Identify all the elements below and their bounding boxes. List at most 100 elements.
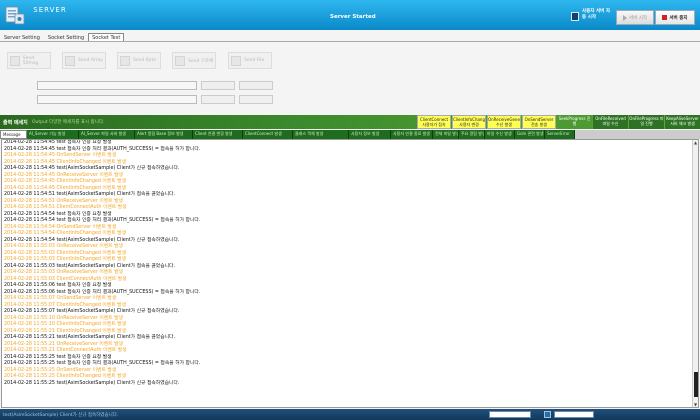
send-icon: [120, 55, 130, 66]
log-line: 2014-02-28 11:55:25 test(AsimSocketSampl…: [2, 381, 698, 388]
filter-tab[interactable]: AI_Server 기능 발생: [27, 130, 79, 139]
filter-tab[interactable]: GoIn 관련 발생: [515, 130, 545, 139]
form-button-1a[interactable]: [201, 81, 235, 90]
send-icon: [231, 55, 241, 66]
event-button-file-received[interactable]: OnFileReceived 파일 수신: [593, 115, 628, 129]
log-text: ClientConnectAuth 이벤트 발생: [56, 205, 127, 210]
log-timestamp: 2014-02-28 11:55:25: [4, 367, 55, 373]
log-text: ClientInfoChanged 이벤트 발생: [56, 159, 126, 165]
event-button-client-connect[interactable]: ClientConnect 사용자가 접속: [417, 115, 451, 129]
service-auto-start-label[interactable]: 사용자 서버 자동 시작: [582, 9, 614, 21]
filter-tab[interactable]: 사용자 정보 발생: [349, 130, 391, 139]
start-server-button[interactable]: 서버 시작: [616, 10, 654, 25]
log-timestamp: 2014-02-28 11:54:54: [4, 218, 55, 223]
event-button-on-send[interactable]: OnSendServer 전송 발생: [522, 115, 556, 129]
log-timestamp: 2014-02-28 11:54:51: [4, 198, 55, 204]
filter-tab[interactable]: ClientConnect 발생: [243, 130, 293, 139]
filter-tab[interactable]: 사용자 연결 종료 발생: [391, 130, 433, 139]
log-text: ClientInfoChanged 이벤트 발생: [56, 179, 126, 184]
log-timestamp: 2014-02-28 11:55:03: [4, 270, 55, 275]
log-text: OnSendServer 이벤트 발생: [56, 153, 117, 158]
status-icon: [544, 411, 551, 418]
scroll-thumb[interactable]: [694, 372, 698, 397]
stop-server-button[interactable]: 서버 중지: [655, 10, 695, 25]
log-scrollbar[interactable]: ▲ ▼: [692, 140, 698, 407]
send-byte-button[interactable]: Send Byte: [117, 52, 161, 69]
log-text: test(AsimSocketSample) Client가 신규 접속하였습니…: [56, 237, 180, 243]
form-input-2[interactable]: [37, 95, 197, 104]
log-timestamp: 2014-02-28 11:54:51: [4, 192, 55, 197]
filter-tab[interactable]: ServerError: [545, 130, 575, 139]
send-struct-button[interactable]: Send 구조체: [172, 52, 216, 69]
play-icon: [623, 14, 627, 21]
log-text: test 접속자 인증 처리 결과(AUTH_SUCCESS) = 접속을 허가…: [56, 361, 201, 366]
send-array-button[interactable]: Send Array: [62, 52, 106, 69]
log-text: ClientInfoChanged 이벤트 발생: [56, 374, 126, 379]
filter-tab-message[interactable]: Message: [0, 130, 27, 139]
log-timestamp: 2014-02-28 11:54:54: [4, 211, 55, 217]
scroll-up-icon[interactable]: ▲: [693, 140, 698, 145]
log-panel[interactable]: 2014-02-28 11:54:45 test 접속자 인증 요청 발생 201…: [1, 139, 699, 408]
form-input-1[interactable]: [37, 81, 197, 90]
log-text: ClientConnectAuth 이벤트 발생: [56, 276, 127, 282]
send-50msg-button[interactable]: Send 50msg: [7, 52, 51, 69]
log-text: ClientInfoChanged 이벤트 발생: [56, 322, 126, 327]
log-timestamp: 2014-02-28 11:54:45: [4, 140, 55, 145]
log-timestamp: 2014-02-28 11:55:07: [4, 296, 55, 301]
filter-tab[interactable]: 클래스 객체 발생: [293, 130, 349, 139]
log-text: OnReceiveServer 이벤트 발생: [56, 341, 123, 347]
log-timestamp: 2014-02-28 11:55:10: [4, 322, 55, 327]
log-timestamp: 2014-02-28 11:55:25: [4, 374, 55, 379]
log-timestamp: 2014-02-28 11:55:21: [4, 348, 55, 353]
log-text: test 접속자 인증 처리 결과(AUTH_SUCCESS) = 접속을 허가…: [56, 146, 201, 152]
output-title: 출력 메세지: [3, 120, 28, 126]
log-text: test(AsimSocketSample) Client가 신규 접속하였습니…: [56, 380, 180, 386]
event-button-client-info-changed[interactable]: ClientInfoChanged 사용자 변경: [452, 115, 486, 129]
send-50msg-label: Send 50msg: [22, 55, 39, 66]
event-button-on-receive[interactable]: OnReceiveGeneral 수신 발생: [487, 115, 521, 129]
log-timestamp: 2014-02-28 11:55:03: [4, 250, 55, 256]
log-timestamp: 2014-02-28 11:55:06: [4, 289, 55, 295]
form-button-2b[interactable]: [239, 95, 273, 104]
filter-tab[interactable]: 주요 알림 발생: [459, 130, 485, 139]
log-timestamp: 2014-02-28 11:55:03: [4, 257, 55, 262]
log-text: OnSendServer 이벤트 발생: [56, 296, 117, 301]
form-button-2a[interactable]: [201, 95, 235, 104]
log-text: test 접속자 인증 요청 발생: [56, 354, 112, 360]
status-bar: test(AsimSocketSample) Client가 신규 접속하였습니…: [0, 409, 700, 420]
scroll-down-icon[interactable]: ▼: [693, 402, 698, 407]
log-timestamp: 2014-02-28 11:55:06: [4, 283, 55, 288]
log-timestamp: 2014-02-28 11:55:07: [4, 302, 55, 308]
filter-tab[interactable]: Client 연결 변경 발생: [193, 130, 243, 139]
log-text: OnReceiveServer 이벤트 발생: [56, 244, 123, 249]
log-timestamp: 2014-02-28 11:55:25: [4, 361, 55, 366]
log-timestamp: 2014-02-28 11:55:03: [4, 276, 55, 282]
log-text: OnSendServer 이벤트 발생: [56, 367, 117, 373]
event-button-keep-alive[interactable]: KeepAliveServer 서버 체크 발생: [665, 115, 700, 129]
log-timestamp: 2014-02-28 11:54:45: [4, 159, 55, 165]
log-timestamp: 2014-02-28 11:54:45: [4, 172, 55, 178]
filter-tab[interactable]: AI_Server 파일 서버 발생: [79, 130, 135, 139]
log-timestamp: 2014-02-28 11:54:54: [4, 224, 55, 230]
log-text: test 접속자 인증 처리 결과(AUTH_SUCCESS) = 접속을 허가…: [56, 289, 201, 295]
log-timestamp: 2014-02-28 11:54:45: [4, 166, 55, 171]
event-button-file-progress[interactable]: OnFileProgress 파일 진행: [629, 115, 664, 129]
filter-tab[interactable]: 파일 수신 발생: [485, 130, 515, 139]
service-icon: [571, 12, 579, 21]
status-text: test(AsimSocketSample) Client가 신규 접속하였습니…: [3, 413, 119, 418]
filter-tab[interactable]: 전체 파일 발생: [433, 130, 459, 139]
filter-tabs: Message AI_Server 기능 발생 AI_Server 파일 서버 …: [0, 130, 700, 139]
form-button-1b[interactable]: [239, 81, 273, 90]
log-timestamp: 2014-02-28 11:55:25: [4, 380, 55, 386]
log-text: OnReceiveServer 이벤트 발생: [56, 198, 123, 204]
event-button-seek-progress[interactable]: SeekProgress 진행: [557, 115, 592, 129]
log-timestamp: 2014-02-28 11:55:07: [4, 309, 55, 314]
log-timestamp: 2014-02-28 11:54:45: [4, 179, 55, 184]
send-file-button[interactable]: Send File: [228, 52, 272, 69]
log-text: ClientInfoChanged 이벤트 발생: [56, 328, 126, 334]
log-text: test(AsimSocketSample) Client가 접속을 끊었습니다…: [56, 335, 175, 340]
log-text: test(AsimSocketSample) Client가 신규 접속하였습니…: [56, 309, 180, 314]
log-text: test(AsimSocketSample) Client가 접속을 끊었습니다…: [56, 263, 175, 269]
log-text: test 접속자 인증 요청 발생: [56, 211, 112, 217]
filter-tab[interactable]: Alert 알림 Base 정보 발생: [135, 130, 193, 139]
